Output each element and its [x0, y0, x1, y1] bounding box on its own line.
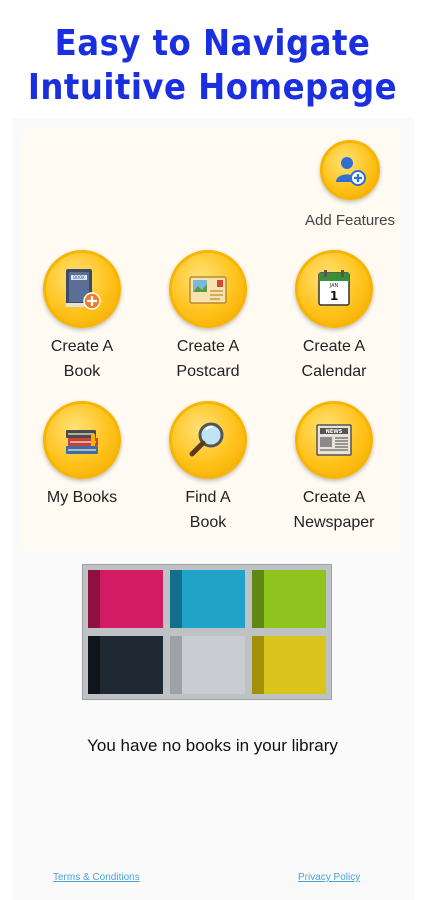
create-book-button[interactable]: BOOK Create A Book [22, 250, 142, 384]
promo-header: Easy to Navigate Intuitive Homepage [0, 0, 425, 128]
magnifier-icon [189, 422, 224, 457]
calendar-day-text: 1 [330, 289, 338, 303]
create-postcard-circle[interactable] [169, 250, 247, 328]
my-books-button[interactable]: My Books [22, 401, 142, 510]
create-calendar-button[interactable]: JAN 1 Create A Calendar [274, 250, 394, 384]
empty-bookshelf-illustration [82, 564, 332, 700]
add-features-label: Add Features [304, 212, 396, 229]
find-book-circle[interactable] [169, 401, 247, 479]
terms-link[interactable]: Terms & Conditions [53, 872, 140, 883]
find-book-button[interactable]: Find A Book [148, 401, 268, 535]
create-calendar-label-1: Create A [302, 338, 366, 355]
add-features-circle[interactable] [320, 140, 380, 200]
calendar-icon: JAN 1 [318, 270, 350, 306]
empty-library-message: You have no books in your library [87, 736, 338, 755]
newspaper-head-text: NEWS [326, 429, 343, 435]
books-stack-icon [66, 430, 98, 454]
book-add-icon: BOOK [66, 269, 101, 310]
promo-title-line-1: Easy to Navigate [54, 23, 371, 64]
create-newspaper-button[interactable]: NEWS Create A Newspaper [274, 401, 394, 535]
create-newspaper-label-2: Newspaper [293, 514, 375, 531]
create-postcard-label-2: Postcard [176, 363, 240, 380]
privacy-link[interactable]: Privacy Policy [298, 872, 360, 883]
my-books-circle[interactable] [43, 401, 121, 479]
book-cover-text: BOOK [73, 275, 85, 280]
find-book-label-1: Find A [185, 489, 231, 506]
create-calendar-circle[interactable]: JAN 1 [295, 250, 373, 328]
create-postcard-button[interactable]: Create A Postcard [148, 250, 268, 384]
create-calendar-label-2: Calendar [301, 363, 367, 380]
my-books-label: My Books [46, 489, 118, 506]
create-postcard-label-1: Create A [176, 338, 240, 355]
find-book-label-2: Book [189, 514, 227, 531]
create-newspaper-circle[interactable]: NEWS [295, 401, 373, 479]
add-features-button[interactable]: Add Features [300, 140, 400, 229]
create-newspaper-label-1: Create A [302, 489, 366, 506]
newspaper-icon: NEWS [316, 424, 352, 456]
create-book-label-2: Book [63, 363, 101, 380]
add-user-icon [336, 157, 366, 186]
create-book-circle[interactable]: BOOK [43, 250, 121, 328]
postcard-icon [189, 276, 227, 304]
create-book-label-1: Create A [50, 338, 114, 355]
promo-title-line-2: Intuitive Homepage [27, 67, 398, 108]
